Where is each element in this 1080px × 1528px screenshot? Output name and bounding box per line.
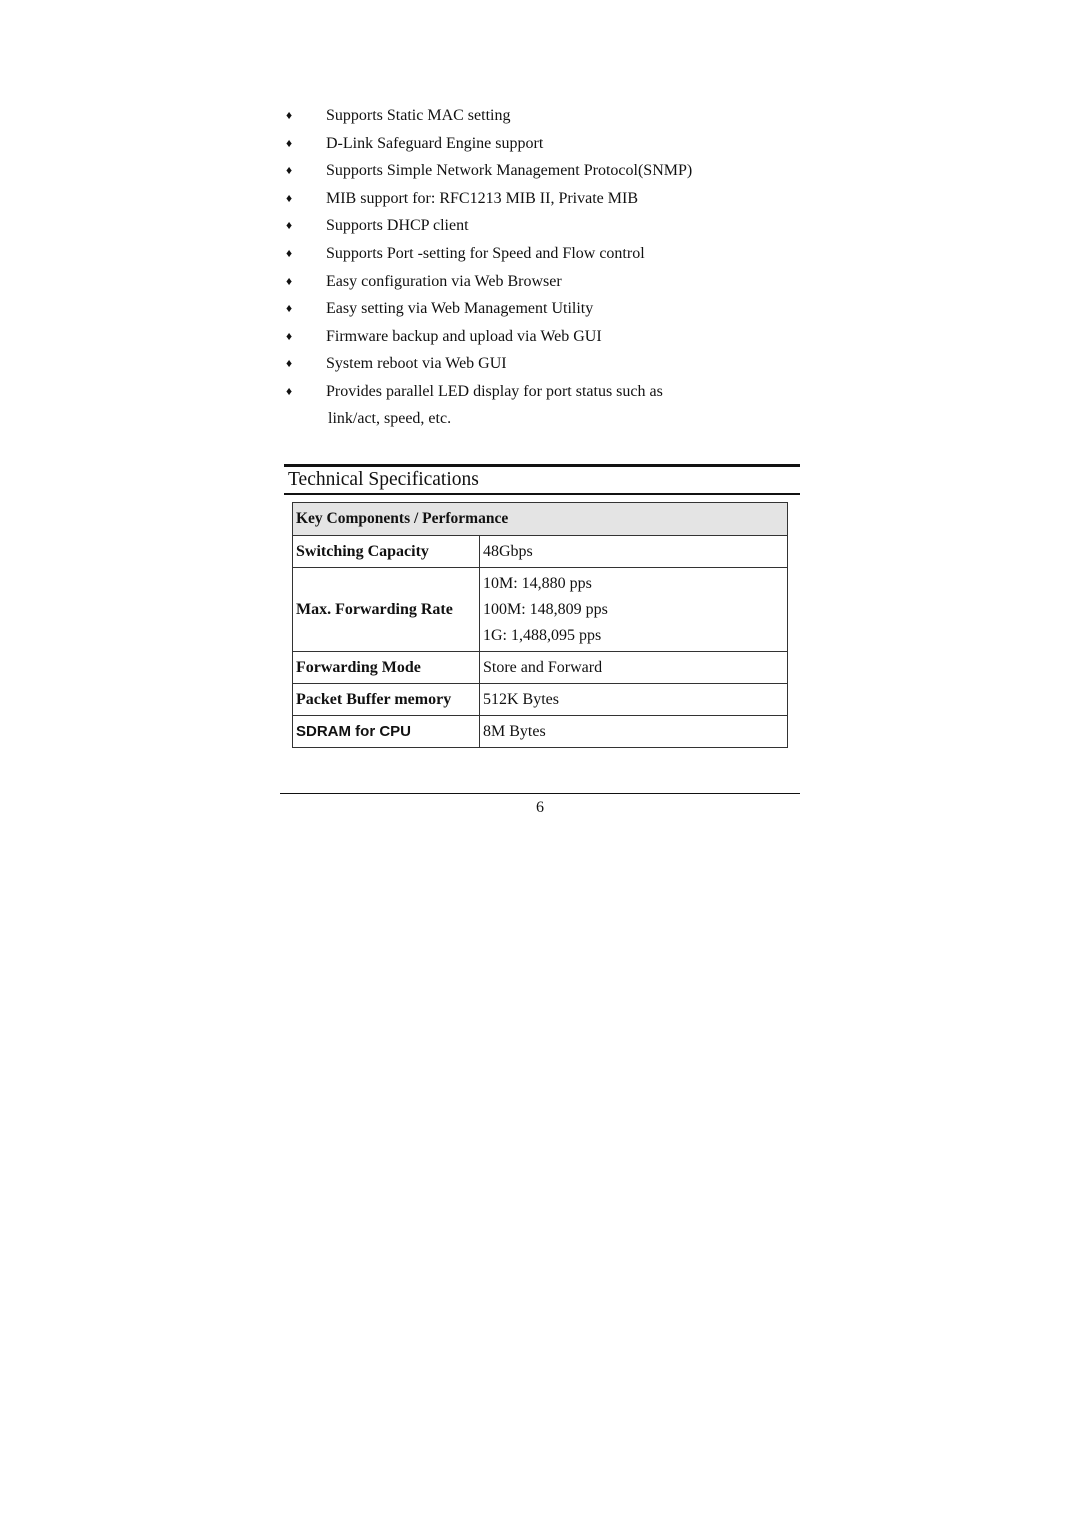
feature-text: Provides parallel LED display for port s… [326, 382, 663, 400]
feature-text: Supports Simple Network Management Proto… [326, 162, 693, 180]
spec-label: Forwarding Mode [292, 651, 480, 684]
spec-label: Packet Buffer memory [292, 683, 480, 716]
diamond-bullet-icon: ♦ [285, 163, 293, 178]
feature-text: Easy setting via Web Management Utility [326, 300, 594, 318]
diamond-bullet-icon: ♦ [285, 245, 293, 260]
spec-table-header-row: Key Components / Performance [292, 502, 788, 536]
spec-table: Key Components / Performance Switching C… [292, 502, 788, 748]
feature-item: ♦ System reboot via Web GUI [283, 350, 803, 378]
spec-value: Store and Forward [479, 651, 788, 684]
spec-value-line: 10M: 14,880 pps [483, 574, 592, 592]
feature-text: Supports Port -setting for Speed and Flo… [326, 244, 645, 262]
feature-item: ♦ Supports Port -setting for Speed and Fl… [283, 240, 803, 268]
diamond-bullet-icon: ♦ [285, 218, 293, 233]
spec-value: 512K Bytes [479, 683, 788, 716]
section-rule-top [284, 464, 800, 467]
page-number: 6 [536, 799, 544, 816]
spec-value: 8M Bytes [479, 715, 788, 748]
diamond-bullet-icon: ♦ [285, 356, 293, 371]
feature-list: ♦ Supports Static MAC setting ♦ D-Link Saf… [283, 102, 803, 432]
feature-item: ♦ MIB support for: RFC1213 MIB II, Privat… [283, 185, 803, 213]
spec-table-header: Key Components / Performance [292, 502, 788, 536]
feature-text-continuation: link/act, speed, etc. [328, 409, 452, 427]
feature-text: D-Link Safeguard Engine support [326, 134, 544, 152]
feature-item: ♦ Supports Simple Network Management Prot… [283, 157, 803, 185]
feature-item: ♦ Easy setting via Web Management Utility [283, 295, 803, 323]
table-row: Max. Forwarding Rate 10M: 14,880 pps 100… [292, 567, 788, 652]
feature-item: ♦ Easy configuration via Web Browser [283, 268, 803, 296]
diamond-bullet-icon: ♦ [285, 135, 293, 150]
feature-text: System reboot via Web GUI [326, 355, 507, 373]
table-row: Forwarding Mode Store and Forward [292, 651, 788, 684]
feature-item: ♦ D-Link Safeguard Engine support [283, 130, 803, 158]
spec-value-line: 1G: 1,488,095 pps [483, 626, 602, 644]
table-row: SDRAM for CPU 8M Bytes [292, 715, 788, 748]
spec-value: 10M: 14,880 pps 100M: 148,809 pps 1G: 1,… [479, 567, 788, 652]
feature-item: ♦ Supports DHCP client [283, 212, 803, 240]
spec-label: Max. Forwarding Rate [292, 567, 480, 652]
diamond-bullet-icon: ♦ [285, 301, 293, 316]
diamond-bullet-icon: ♦ [285, 108, 293, 122]
feature-text: Firmware backup and upload via Web GUI [326, 327, 602, 345]
footer-rule [280, 793, 800, 794]
table-row: Packet Buffer memory 512K Bytes [292, 683, 788, 716]
spec-value: 48Gbps [479, 535, 788, 568]
diamond-bullet-icon: ♦ [285, 328, 293, 343]
section-rule-bottom [284, 493, 800, 495]
section-title: Technical Specifications [288, 469, 479, 490]
feature-text: MIB support for: RFC1213 MIB II, Private… [326, 189, 638, 207]
feature-text: Supports Static MAC setting [326, 107, 511, 124]
feature-item: ♦ Provides parallel LED display for port … [283, 378, 803, 432]
diamond-bullet-icon: ♦ [285, 190, 293, 205]
feature-item: ♦ Firmware backup and upload via Web GUI [283, 323, 803, 351]
spec-label: SDRAM for CPU [292, 715, 480, 748]
diamond-bullet-icon: ♦ [285, 383, 293, 398]
feature-text: Easy configuration via Web Browser [326, 272, 562, 290]
spec-label: Switching Capacity [292, 535, 480, 568]
feature-text: Supports DHCP client [326, 217, 469, 235]
spec-value-line: 100M: 148,809 pps [483, 600, 608, 618]
feature-item: ♦ Supports Static MAC setting [283, 102, 803, 130]
diamond-bullet-icon: ♦ [285, 273, 293, 288]
table-row: Switching Capacity 48Gbps [292, 535, 788, 568]
